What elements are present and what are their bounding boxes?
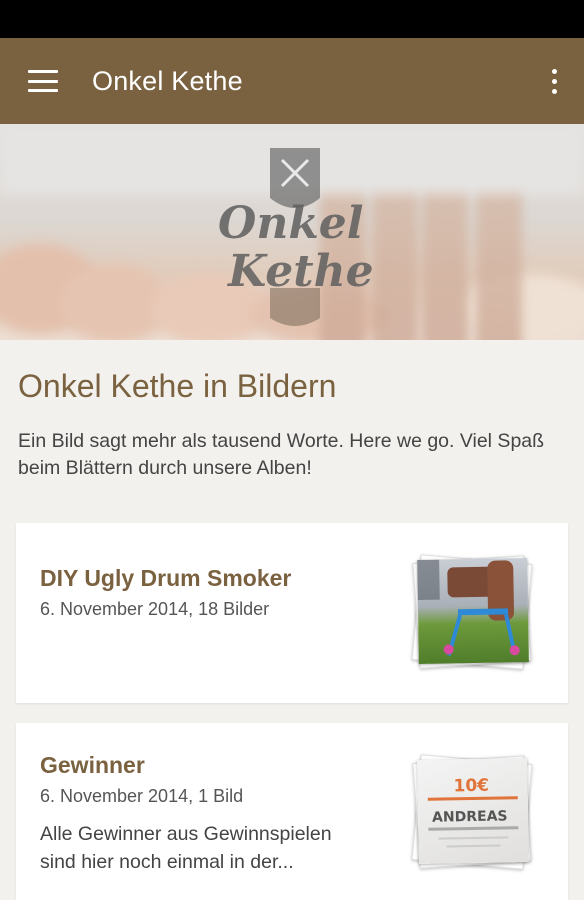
album-thumbnail [411, 554, 533, 670]
album-card[interactable]: Gewinner 6. November 2014, 1 Bild Alle G… [16, 723, 568, 900]
page-description: Ein Bild sagt mehr als tausend Worte. He… [18, 430, 545, 479]
svg-text:ANDREAS: ANDREAS [432, 808, 508, 825]
album-meta: 6. November 2014, 18 Bilder [40, 599, 270, 619]
album-thumbnail: 10€ ANDREAS [411, 754, 533, 870]
album-title: DIY Ugly Drum Smoker [40, 565, 292, 591]
onkel-kethe-logo: Onkel Kethe [218, 148, 374, 326]
page-title: Onkel Kethe in Bildern [18, 368, 337, 404]
hero-banner: Onkel Kethe [0, 124, 584, 340]
svg-text:10€: 10€ [453, 776, 489, 797]
overflow-menu-button[interactable] [524, 38, 584, 124]
album-description: Alle Gewinner aus Gewinnspielen sind hie… [40, 823, 332, 873]
status-bar [0, 0, 584, 38]
album-meta: 6. November 2014, 1 Bild [40, 786, 244, 806]
main-content: Onkel Kethe in Bildern Ein Bild sagt meh… [0, 340, 584, 900]
more-vert-icon [551, 68, 557, 94]
hamburger-menu-icon [28, 70, 58, 92]
app-title: Onkel Kethe [92, 65, 243, 96]
app-bar: Onkel Kethe [0, 38, 584, 124]
menu-button[interactable] [0, 38, 86, 124]
svg-text:Onkel: Onkel [218, 198, 364, 249]
album-title: Gewinner [40, 752, 145, 778]
album-card[interactable]: DIY Ugly Drum Smoker 6. November 2014, 1… [16, 523, 568, 703]
